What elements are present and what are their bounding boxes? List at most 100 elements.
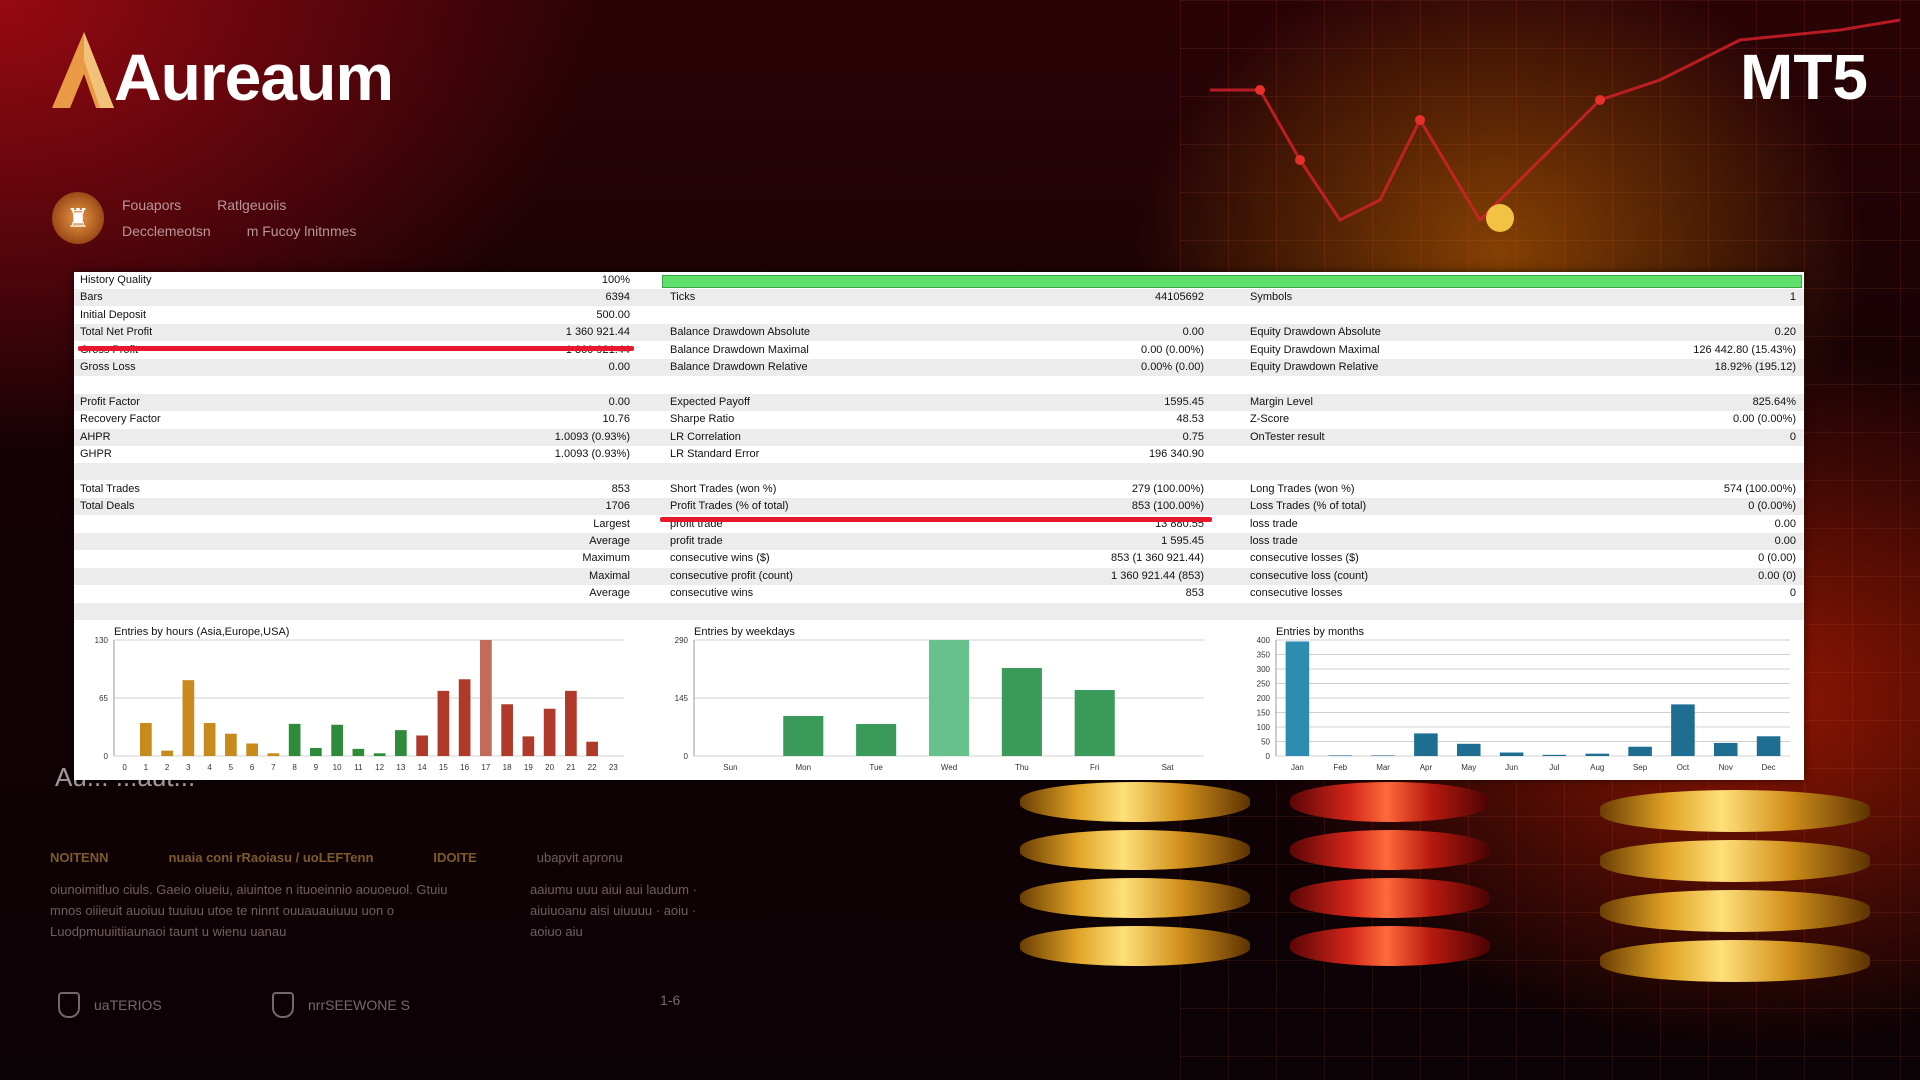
x-tick-label: Jun [1505,763,1518,772]
y-tick-label: 65 [99,694,108,703]
bar [522,736,535,756]
bar [1285,641,1310,756]
bar [1328,755,1353,756]
report-cell: Average [589,587,630,600]
report-cell: Z-Score [1250,413,1290,426]
y-tick-label: 0 [1266,752,1271,761]
chart-2: Entries by months 400 350 300 250 200 150 100 50… [1240,624,1800,774]
report-row [74,376,1804,393]
report-cell: OnTester result [1250,430,1325,443]
y-tick-label: 145 [675,694,689,703]
chart-1: Entries by weekdays 290 145 0 Sun Mon Tue Wed Th… [658,624,1214,774]
chart-svg: 290 145 0 Sun Mon Tue Wed Thu Fri Sat [675,636,1204,772]
lower-col1-heading: NOITENN [50,850,109,865]
x-tick-label: 17 [481,763,490,772]
report-row: Average profit trade 1 595.45 loss trade 0.0… [74,533,1804,550]
report-cell: 1 360 921.44 (853) [1111,569,1204,582]
bar [1371,755,1395,756]
x-tick-label: Jan [1291,763,1304,772]
y-tick-label: 100 [1257,723,1271,732]
report-cell: Margin Level [1250,395,1313,408]
x-tick-label: 5 [229,763,234,772]
bar [310,747,322,756]
x-tick-label: Thu [1015,763,1029,772]
y-tick-label: 0 [684,752,689,761]
x-tick-label: 8 [292,763,297,772]
report-cell: 0.00 [1774,517,1796,530]
bar [1585,753,1610,756]
bar [1542,754,1567,756]
ghost-title: Au... ...aut... [55,762,196,792]
footer-item-3: 1-6 [660,992,681,1008]
bar [203,722,216,756]
report-cell: Equity Drawdown Maximal [1250,343,1380,356]
bar [161,750,173,756]
report-cell: 0 (0.00) [1758,552,1796,565]
report-cell: Profit Factor [80,395,140,408]
report-cell: Long Trades (won %) [1250,482,1355,495]
bar [1756,736,1781,756]
report-cell: Balance Drawdown Absolute [670,326,811,339]
x-tick-label: 11 [354,763,363,772]
chart-title: Entries by hours (Asia,Europe,USA) [114,626,290,638]
report-cell: 0.00 [1774,535,1796,547]
bar [1456,743,1481,756]
x-tick-label: 12 [375,763,384,772]
footer-item-1[interactable]: uaTERIOS [58,992,162,1018]
badge-row: ♜ Fouapors Ratlgeuoiis Decclemeotsn m Fuco… [52,192,392,244]
logo-a-icon [52,32,114,108]
report-cell: Equity Drawdown Absolute [1250,326,1381,339]
report-cell: Gross Loss [80,361,136,373]
gold-coin-stack [1020,782,1250,982]
report-cell: 0.75 [1182,430,1204,443]
x-tick-label: Mon [796,763,812,772]
x-tick-label: 7 [271,763,276,772]
report-row: Recovery Factor 10.76 Sharpe Ratio 48.53 Z-S… [74,411,1804,428]
bar [331,724,343,756]
bar [225,733,237,756]
bar [437,690,450,756]
report-cell: Total Net Profit [80,326,153,339]
report-cell: 6394 [605,291,630,304]
x-tick-label: 9 [314,763,319,772]
bar [1074,690,1115,756]
bar [1001,668,1042,756]
y-tick-label: 150 [1257,709,1271,718]
bar [565,690,577,756]
footer-item-2[interactable]: nrrSEEWONE S [272,992,410,1018]
lower-col2-heading: nuaia coni rRaoiasu / uoLEFTenn [168,850,374,865]
bar [586,741,598,756]
bar [856,724,897,756]
x-tick-label: Aug [1590,763,1604,772]
report-cell: Symbols [1250,291,1293,304]
report-row: Total Net Profit 1 360 921.44 Balance Draw… [74,324,1804,342]
x-tick-label: 6 [250,763,255,772]
bar [416,735,428,756]
x-tick-label: 15 [439,763,448,772]
chart-0: Entries by hours (Asia,Europe,USA) 130 65 0… [78,624,634,774]
bar [352,748,365,756]
x-tick-label: Dec [1761,763,1775,772]
report-cell: consecutive loss (count) [1250,569,1368,582]
report-cell: 1 595.45 [1161,535,1204,547]
y-tick-label: 400 [1257,636,1271,645]
report-cell: 0.00 [608,395,630,408]
report-cell: 0 [1789,587,1796,600]
x-tick-label: Feb [1333,763,1347,772]
bar [246,743,258,756]
report-row: Total Trades 853 Short Trades (won %) 279 (… [74,481,1804,498]
bar [1628,746,1652,756]
history-quality-bar [662,275,1802,288]
report-cell: Expected Payoff [670,395,750,408]
x-tick-label: Wed [941,763,957,772]
report-row: History Quality 100% [74,272,1804,289]
report-cell: GHPR [80,448,112,460]
gold-coin-stack-right [1600,790,1870,1000]
report-cell: 1.0093 (0.93%) [554,448,630,460]
bar [928,640,970,756]
x-tick-label: Sep [1633,763,1648,772]
lower-col3-heading: IDOITE [433,850,477,865]
report-cell: History Quality [80,274,152,286]
report-cell: 853 [1185,587,1204,600]
report-cell: 0.00 (0.00%) [1733,413,1796,426]
